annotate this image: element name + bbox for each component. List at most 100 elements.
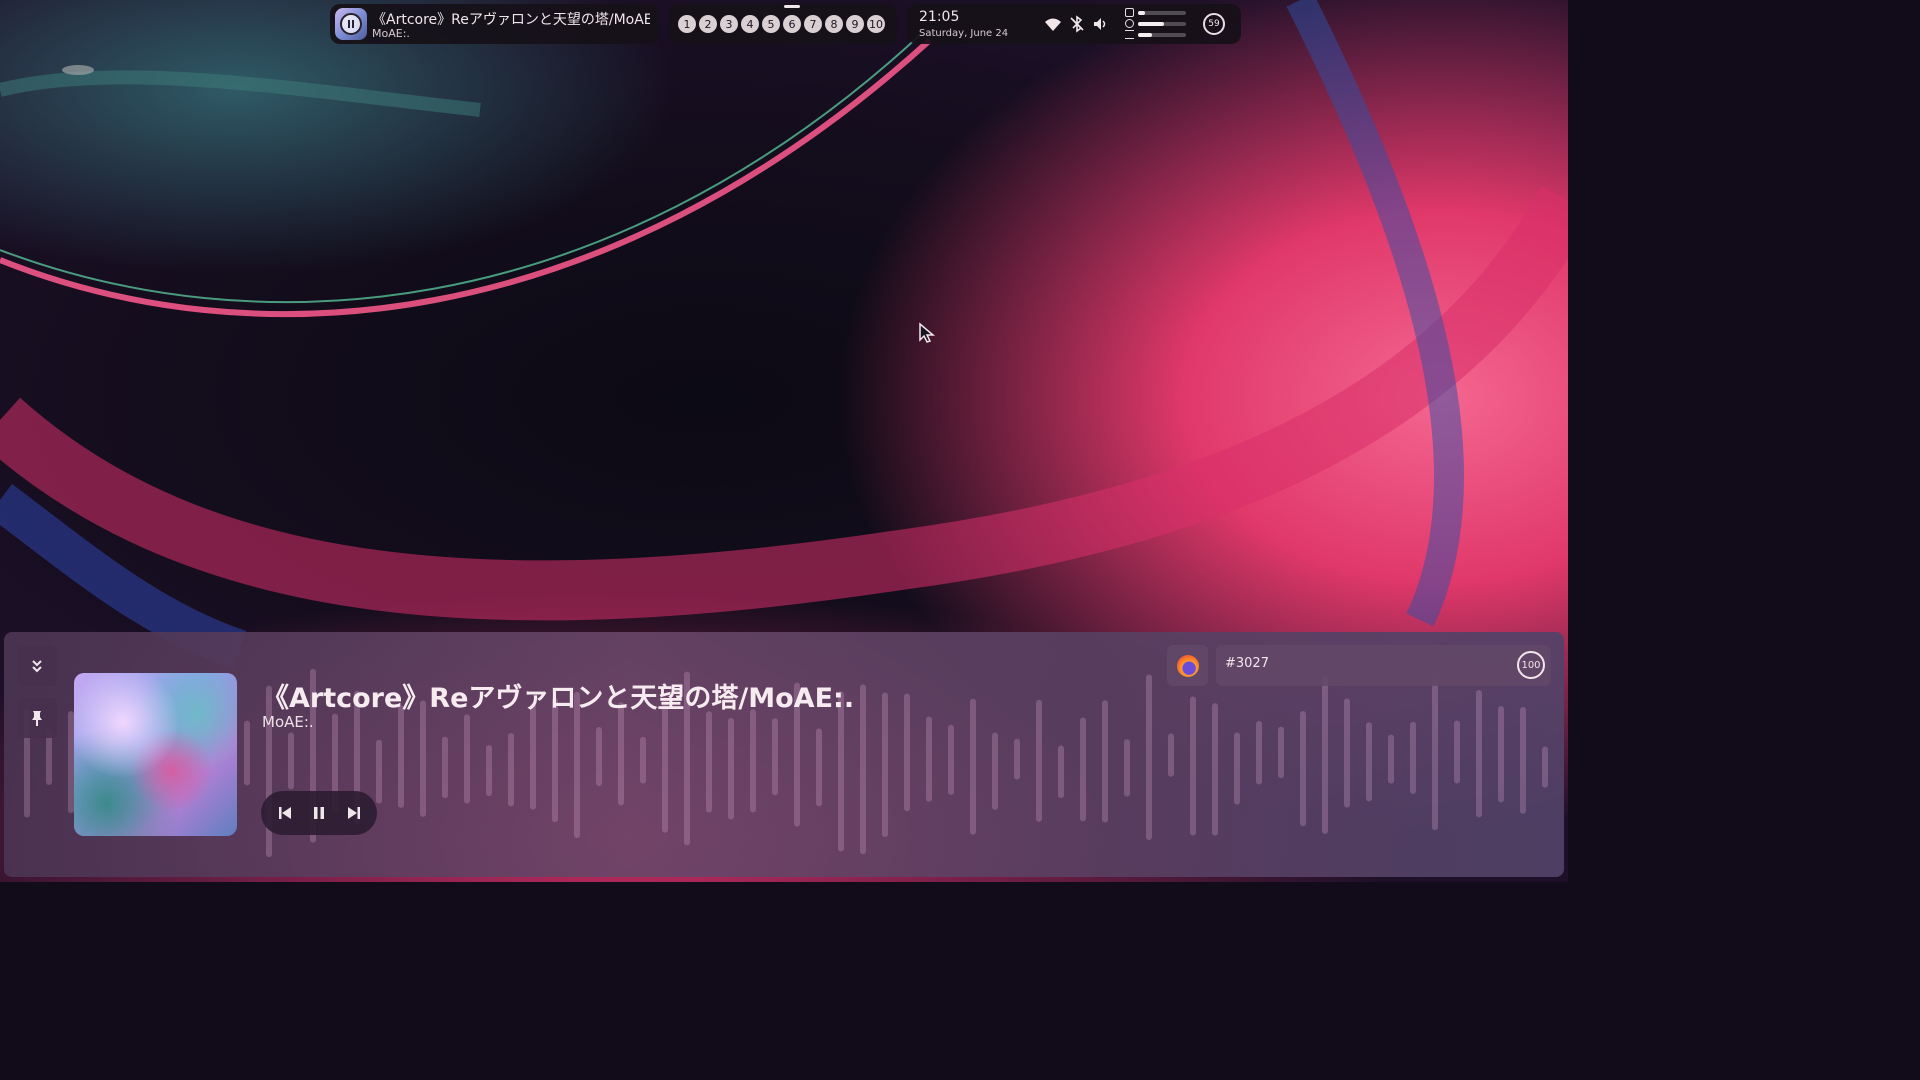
visualizer-bar — [926, 716, 932, 802]
visualizer-bar — [244, 720, 250, 786]
workspace-9[interactable]: 9 — [846, 15, 864, 33]
visualizer-bar — [948, 724, 954, 795]
cpu-icon — [1125, 19, 1134, 28]
battery-level: 59 — [1208, 19, 1220, 29]
visualizer-bar — [1476, 690, 1482, 818]
visualizer-bar — [1234, 732, 1240, 805]
workspace-10[interactable]: 10 — [867, 15, 885, 33]
workspace-6[interactable]: 6 — [783, 5, 801, 33]
volume-indicator[interactable]: 100 — [1517, 651, 1545, 679]
album-cover — [74, 673, 237, 836]
visualizer-bar — [1014, 738, 1020, 780]
visualizer-bar — [486, 744, 492, 797]
chevrons-down-icon — [32, 660, 42, 673]
visualizer-bar — [992, 732, 998, 810]
media-play-pause-button[interactable] — [335, 8, 367, 40]
visualizer-bar — [1366, 722, 1372, 802]
visualizer-bar — [552, 697, 558, 823]
song-title: 《Artcore》Reアヴァロンと天望の塔/MoAE:. — [262, 683, 855, 714]
workspace-7[interactable]: 7 — [804, 15, 822, 33]
visualizer-bar — [1102, 700, 1108, 823]
visualizer-bar — [1498, 705, 1504, 803]
visualizer-bar — [1212, 703, 1218, 836]
browser-button[interactable] — [1167, 645, 1208, 686]
visualizer-bar — [1542, 746, 1548, 788]
workspace-3[interactable]: 3 — [720, 15, 738, 33]
track-search-field[interactable]: #3027 100 — [1216, 645, 1551, 686]
visualizer-bar — [464, 714, 470, 804]
collapse-button[interactable] — [17, 646, 57, 686]
media-player-panel: 《Artcore》Reアヴァロンと天望の塔/MoAE:. MoAE:. #302… — [4, 632, 1564, 877]
visualizer-bar — [398, 705, 404, 808]
visualizer-bar — [1190, 696, 1196, 836]
visualizer-bar — [882, 692, 888, 838]
visualizer-bar — [640, 736, 646, 784]
visualizer-bar — [1344, 698, 1350, 808]
visualizer-bar — [1432, 679, 1438, 831]
workspace-2[interactable]: 2 — [699, 15, 717, 33]
pause-icon — [340, 13, 362, 35]
workspace-5[interactable]: 5 — [762, 15, 780, 33]
track-search-value: #3027 — [1225, 656, 1269, 671]
pause-icon — [314, 807, 324, 819]
visualizer-bar — [838, 691, 844, 852]
visualizer-bar — [772, 718, 778, 796]
visualizer-bar — [1388, 734, 1394, 784]
wifi-icon[interactable] — [1044, 15, 1062, 33]
previous-icon — [278, 807, 291, 819]
visualizer-bar — [662, 697, 668, 833]
workspace-4[interactable]: 4 — [741, 15, 759, 33]
pin-icon — [32, 711, 42, 726]
next-icon — [347, 807, 360, 819]
visualizer-bar — [442, 736, 448, 799]
topbar-media-widget[interactable]: 《Artcore》Reアヴァロンと天望の塔/MoAE:. MoAE:. — [330, 4, 660, 44]
volume-level: 100 — [1521, 659, 1541, 671]
visualizer-bar — [728, 718, 734, 820]
battery-indicator: 59 — [1203, 13, 1225, 35]
visualizer-bar — [1300, 711, 1306, 827]
topbar-media-artist: MoAE:. — [372, 27, 410, 40]
visualizer-bar — [860, 684, 866, 855]
visualizer-bar — [288, 732, 294, 790]
visualizer-bar — [1454, 720, 1460, 784]
visualizer-bar — [508, 732, 514, 807]
workspace-8[interactable]: 8 — [825, 15, 843, 33]
topbar-media-title: 《Artcore》Reアヴァロンと天望の塔/MoAE:. — [372, 12, 650, 28]
workspace-switcher: 1 2 3 4 5 6 7 8 9 10 — [669, 4, 897, 44]
next-button[interactable] — [343, 802, 365, 824]
firefox-icon — [1176, 654, 1199, 677]
visualizer-bar — [706, 711, 712, 813]
pause-button[interactable] — [308, 802, 330, 824]
memory-icon — [1125, 8, 1134, 17]
visualizer-bar — [618, 702, 624, 806]
visualizer-bar — [1124, 739, 1130, 797]
visualizer-bar — [1322, 675, 1328, 834]
visualizer-bar — [530, 703, 536, 810]
bluetooth-off-icon[interactable] — [1068, 15, 1086, 33]
swap-icon — [1125, 30, 1134, 39]
visualizer-bar — [1058, 745, 1064, 799]
workspace-1[interactable]: 1 — [678, 15, 696, 33]
visualizer-bar — [1080, 717, 1086, 822]
visualizer-bar — [904, 693, 910, 812]
visualizer-bar — [1520, 706, 1526, 814]
song-artist: MoAE:. — [262, 713, 314, 731]
visualizer-bar — [1256, 720, 1262, 785]
visualizer-bar — [1410, 721, 1416, 795]
visualizer-bar — [1278, 726, 1284, 779]
visualizer-bar — [970, 698, 976, 835]
playback-controls — [261, 791, 377, 835]
memory-usage — [1125, 8, 1186, 17]
visualizer-bar — [596, 726, 602, 786]
visualizer-bar — [816, 728, 822, 807]
pin-button[interactable] — [17, 698, 57, 738]
visualizer-bar — [750, 709, 756, 813]
visualizer-bar — [376, 739, 382, 804]
previous-button[interactable] — [274, 802, 296, 824]
system-tray: 21:05 Saturday, June 24 59 — [907, 4, 1241, 44]
swap-usage — [1125, 30, 1186, 39]
volume-icon[interactable] — [1092, 15, 1110, 33]
clock-time: 21:05 — [919, 9, 960, 25]
clock-date: Saturday, June 24 — [919, 28, 1009, 39]
mouse-cursor-icon — [919, 322, 936, 343]
